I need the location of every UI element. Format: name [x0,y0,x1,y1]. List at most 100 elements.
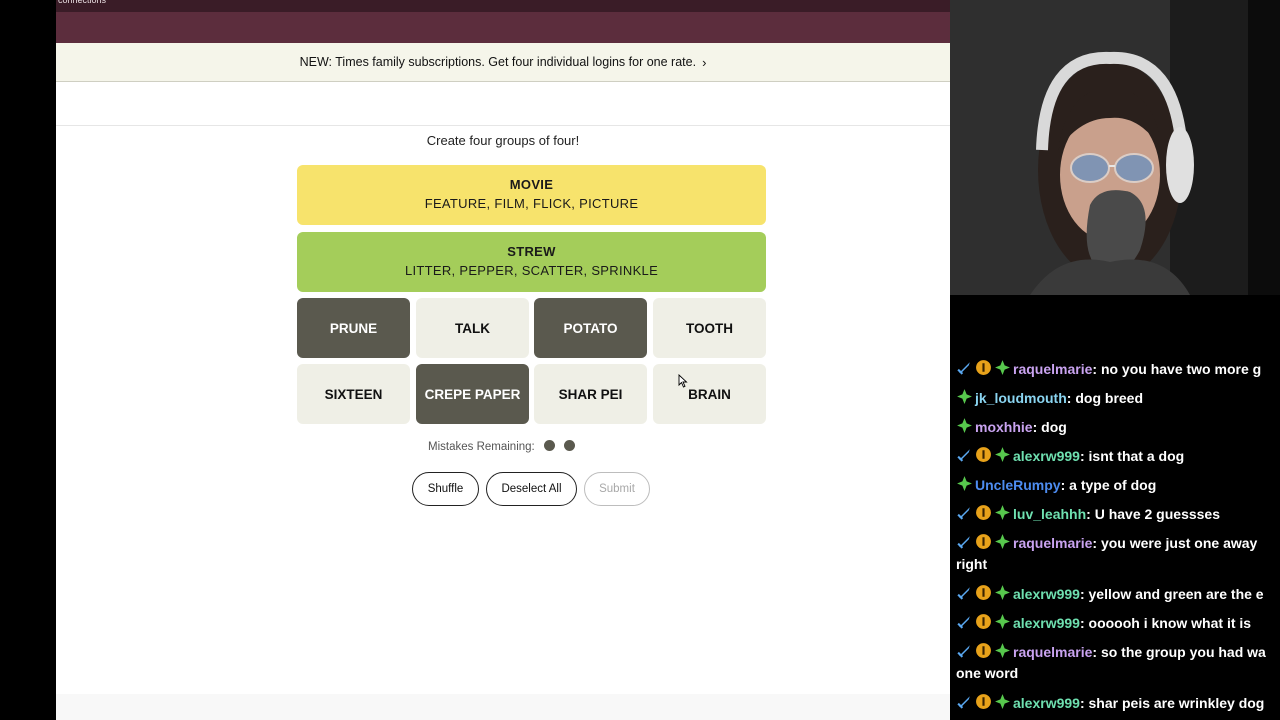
chat-badges [956,360,1013,377]
chat-message: raquelmarie: no you have two more g [956,359,1280,380]
chat-badges [956,614,1013,631]
sword-badge-icon [957,696,970,709]
solved-group-yellow: MOVIE FEATURE, FILM, FLICK, PICTURE [297,165,766,225]
gem-badge-icon [995,585,1010,600]
chat-message: raquelmarie: you were just one away right [956,534,1258,572]
subscriber-badge-icon [976,614,991,629]
chat-text-continuation: one word [956,665,1019,681]
instructions: Create four groups of four! [426,133,580,148]
sword-badge-icon [957,362,970,375]
subscriber-badge-icon [976,505,991,520]
chat-text: shar peis are wrinkley dog [1088,695,1265,711]
gem-badge-icon [957,389,972,404]
chat-badges [956,585,1013,602]
sword-badge-icon [957,645,970,658]
chat-text: yellow and green are the e [1088,586,1264,602]
submit-button[interactable]: Submit [584,472,650,506]
chat-text: no you have two more g [1100,361,1262,377]
chat-text: oooooh i know what it is [1088,615,1252,631]
chat-message: moxhhie: dog [956,417,1280,438]
word-tile-potato[interactable]: POTATO [534,298,647,358]
mistake-dot-icon [543,440,555,451]
gem-badge-icon [995,447,1010,462]
chat-username[interactable]: alexrw999 [1013,586,1080,602]
gem-badge-icon [995,614,1010,629]
chat-username[interactable]: moxhhie [975,419,1033,435]
mistake-dots [535,440,575,454]
word-tile-crepe-paper[interactable]: CREPE PAPER [416,364,529,424]
subscriber-badge-icon [976,447,991,462]
word-tile-tooth[interactable]: TOOTH [653,298,766,358]
chat-badges [956,418,975,435]
gem-badge-icon [995,360,1010,375]
chat-username[interactable]: jk_loudmouth [975,390,1067,406]
chat-text: a type of dog [1069,477,1157,493]
chat-username[interactable]: alexrw999 [1013,448,1080,464]
word-tile-sixteen[interactable]: SIXTEEN [297,364,410,424]
shuffle-button[interactable]: Shuffle [412,472,479,506]
word-tile-shar-pei[interactable]: SHAR PEI [534,364,647,424]
chat-text: you were just one away [1100,535,1258,551]
chat-panel: raquelmarie: no you have two more g jk_l… [950,355,1280,720]
chat-badges [956,534,1013,551]
sword-badge-icon [957,616,970,629]
chat-badges [956,476,975,493]
mistakes-remaining: Mistakes Remaining: [428,440,575,454]
chat-text: isnt that a dog [1088,448,1185,464]
solved-group-green: STREW LITTER, PEPPER, SCATTER, SPRINKLE [297,232,766,292]
group-category: MOVIE [509,177,554,192]
footer-strip [56,694,950,720]
mouse-cursor-icon [678,374,688,388]
chat-username[interactable]: raquelmarie [1013,361,1092,377]
header-bar [56,12,950,43]
chat-username[interactable]: luv_leahhh [1013,506,1086,522]
game-panel: connections NEW: Times family subscripti… [56,0,950,720]
chat-message: alexrw999: shar peis are wrinkley dog [956,693,1280,714]
chat-username[interactable]: alexrw999 [1013,615,1080,631]
chat-username[interactable]: UncleRumpy [975,477,1061,493]
chat-message: alexrw999: oooooh i know what it is [956,613,1280,634]
chat-username[interactable]: raquelmarie [1013,644,1092,660]
promo-banner[interactable]: NEW: Times family subscriptions. Get fou… [56,43,950,82]
top-bar: connections [56,0,950,12]
chat-message: alexrw999: isnt that a dog [956,446,1280,467]
chat-text: dog [1041,419,1067,435]
subscriber-badge-icon [976,360,991,375]
group-category: STREW [507,244,556,259]
word-tile-prune[interactable]: PRUNE [297,298,410,358]
gem-badge-icon [995,694,1010,709]
chat-message: UncleRumpy: a type of dog [956,475,1280,496]
chat-message: jk_loudmouth: dog breed [956,388,1280,409]
gem-badge-icon [995,505,1010,520]
deselect-all-button[interactable]: Deselect All [486,472,577,506]
word-tile-talk[interactable]: TALK [416,298,529,358]
chat-message: luv_leahhh: U have 2 guessses [956,504,1280,525]
chat-badges [956,447,1013,464]
gem-badge-icon [957,476,972,491]
gem-badge-icon [995,534,1010,549]
chat-text: so the group you had wa [1100,644,1266,660]
subscriber-badge-icon [976,643,991,658]
chat-badges [956,389,975,406]
chat-message: alexrw999: yellow and green are the e [956,584,1280,605]
chat-username[interactable]: alexrw999 [1013,695,1080,711]
subscriber-badge-icon [976,694,991,709]
gem-badge-icon [995,643,1010,658]
gem-badge-icon [957,418,972,433]
chat-text: dog breed [1075,390,1144,406]
chat-badges [956,643,1013,660]
subscriber-badge-icon [976,585,991,600]
chat-username[interactable]: raquelmarie [1013,535,1092,551]
chevron-right-icon: › [702,54,707,70]
sword-badge-icon [957,507,970,520]
chat-badges [956,694,1013,711]
word-tile-brain[interactable]: BRAIN [653,364,766,424]
streamer-image [950,0,1248,295]
chat-badges [956,505,1013,522]
promo-text: NEW: Times family subscriptions. Get fou… [299,55,697,69]
sword-badge-icon [957,587,970,600]
chat-message: raquelmarie: so the group you had wa one … [956,643,1266,681]
group-words: FEATURE, FILM, FLICK, PICTURE [424,196,639,211]
divider [56,125,950,126]
chat-text-continuation: right [956,556,988,572]
